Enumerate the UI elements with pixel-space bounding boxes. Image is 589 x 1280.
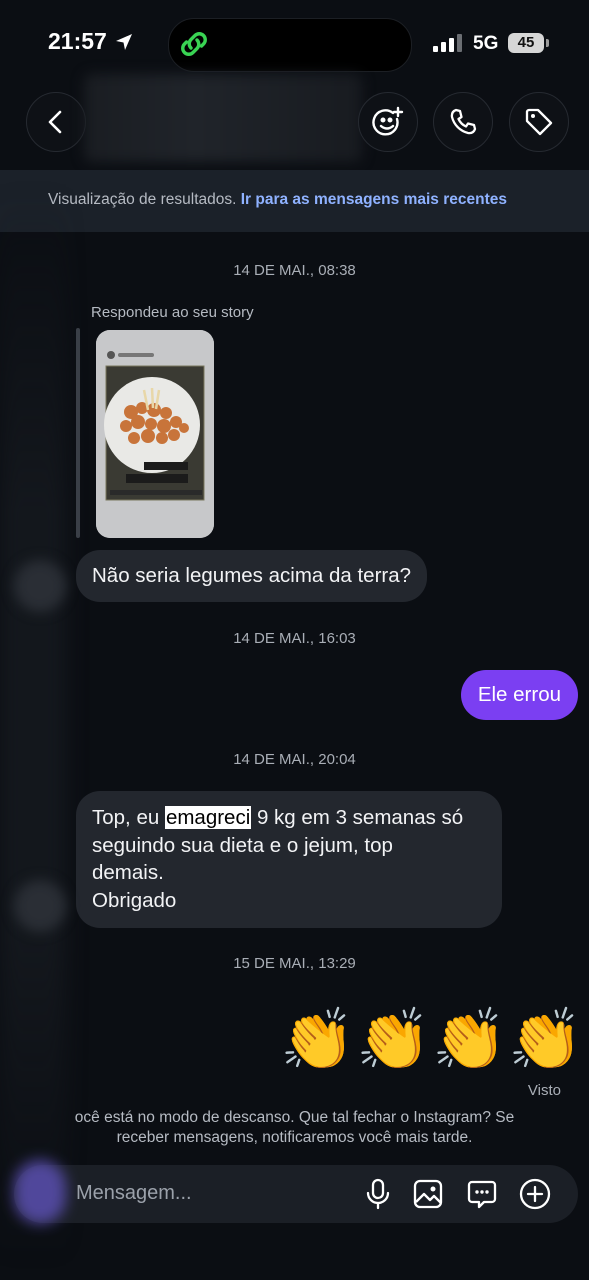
plus-icon — [519, 1178, 551, 1210]
chevron-left-icon — [48, 110, 62, 134]
message-input[interactable]: Mensagem... — [76, 1182, 192, 1205]
results-label: Visualização de resultados. — [48, 191, 241, 208]
call-button[interactable] — [433, 92, 493, 152]
clap-emoji: 👏 — [356, 1005, 431, 1075]
signal-icon — [433, 34, 462, 52]
battery-level: 45 — [508, 33, 544, 53]
clapping-hands-icon: 👏 — [432, 1000, 507, 1080]
message-line: Obrigado — [92, 888, 177, 912]
tag-button[interactable] — [509, 92, 569, 152]
add-button[interactable] — [517, 1176, 553, 1212]
location-arrow-icon — [116, 34, 132, 50]
gallery-button[interactable] — [410, 1176, 446, 1212]
contact-name-blurred[interactable] — [84, 74, 362, 162]
message-text: Top, eu — [92, 806, 165, 829]
status-time: 21:57 — [48, 28, 107, 54]
effects-icon — [372, 106, 404, 136]
sticker-button[interactable] — [464, 1176, 500, 1212]
replied-story-label: Respondeu ao seu story — [91, 304, 254, 321]
link-icon — [181, 32, 207, 56]
effects-button[interactable] — [358, 92, 418, 152]
clapping-hands-icon: 👏 — [356, 1000, 431, 1080]
tag-icon — [525, 108, 553, 136]
timestamp: 14 DE MAI., 20:04 — [233, 751, 356, 768]
rest-mode-notice: ocê está no modo de descanso. Que tal fe… — [0, 1108, 589, 1148]
message-line: demais. — [92, 861, 164, 884]
clapping-hands-icon: 👏 — [280, 1000, 355, 1080]
microphone-icon — [366, 1178, 390, 1210]
timestamp: 14 DE MAI., 08:38 — [233, 262, 356, 279]
message-line: seguindo sua dieta e o jejum, top — [92, 833, 393, 857]
results-banner-text: Visualização de resultados. Ir para as m… — [48, 191, 507, 209]
timestamp: 14 DE MAI., 16:03 — [233, 630, 356, 647]
avatar[interactable] — [14, 880, 66, 932]
avatar — [14, 1160, 66, 1224]
avatar[interactable] — [14, 560, 66, 612]
rest-mode-line: ocê está no modo de descanso. Que tal fe… — [74, 1109, 515, 1126]
phone-icon — [450, 108, 477, 135]
outgoing-message[interactable]: Ele errou — [460, 670, 578, 720]
network-type: 5G — [473, 33, 499, 54]
blurred-edge — [0, 190, 66, 1260]
back-button[interactable] — [26, 92, 86, 152]
reply-indicator-line — [76, 328, 80, 538]
sticker-icon — [467, 1180, 497, 1209]
timestamp: 15 DE MAI., 13:29 — [233, 955, 356, 972]
message-text: Não seria legumes acima da terra? — [92, 564, 412, 587]
clap-emoji: 👏 — [280, 1005, 355, 1075]
message-text: 9 kg em 3 semanas só — [251, 806, 464, 829]
clap-emoji: 👏 — [432, 1005, 507, 1075]
battery-tip — [546, 39, 549, 47]
incoming-message[interactable]: Top, eu emagreci 9 kg em 3 semanas só se… — [76, 791, 502, 928]
rest-mode-line: receber mensagens, notificaremos você ma… — [116, 1129, 473, 1146]
message-line: Top, eu emagreci 9 kg em 3 semanas só — [92, 804, 486, 832]
clap-emoji: 👏 — [508, 1005, 583, 1075]
seen-status: Visto — [527, 1082, 561, 1099]
microphone-button[interactable] — [360, 1176, 396, 1212]
clapping-hands-icon: 👏 — [508, 1000, 583, 1080]
message-text: Ele errou — [477, 683, 561, 706]
clap-emoji-message[interactable]: 👏 👏 👏 👏 — [280, 1000, 583, 1080]
incoming-message[interactable]: Não seria legumes acima da terra? — [76, 550, 428, 602]
gallery-icon — [413, 1179, 443, 1209]
story-thumbnail[interactable] — [96, 330, 214, 538]
story-image — [96, 330, 214, 538]
highlighted-search-term: emagreci — [164, 806, 252, 829]
go-to-recent-link[interactable]: Ir para as mensagens mais recentes — [241, 191, 507, 208]
